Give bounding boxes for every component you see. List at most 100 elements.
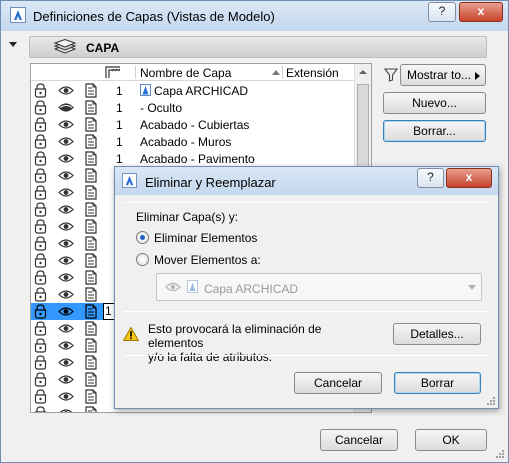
window-titlebar[interactable]: Definiciones de Capas (Vistas de Modelo)… <box>1 1 508 31</box>
wireframe-icon[interactable] <box>83 83 99 98</box>
unlock-icon[interactable] <box>33 389 49 404</box>
layer-row[interactable]: 1 - Oculto <box>31 99 356 116</box>
eye-icon[interactable] <box>58 372 74 387</box>
eye-icon[interactable] <box>58 338 74 353</box>
eye-icon[interactable] <box>58 185 74 200</box>
wireframe-icon[interactable] <box>83 406 99 412</box>
scroll-up-icon[interactable] <box>359 70 367 74</box>
unlock-icon[interactable] <box>33 83 49 98</box>
ok-button[interactable]: OK <box>415 429 487 451</box>
eye-icon[interactable] <box>58 253 74 268</box>
wireframe-icon[interactable] <box>83 321 99 336</box>
unlock-icon[interactable] <box>33 304 49 319</box>
eye-icon[interactable] <box>58 168 74 183</box>
unlock-icon[interactable] <box>33 406 49 412</box>
wireframe-icon[interactable] <box>83 117 99 132</box>
cancel-button[interactable]: Cancelar <box>320 429 398 451</box>
unlock-icon[interactable] <box>33 134 49 149</box>
eye-icon[interactable] <box>58 389 74 404</box>
layer-row[interactable]: 1 Acabado - Pavimento <box>31 150 356 167</box>
intersection-group-number: 1 <box>116 84 123 98</box>
warning-line-1: Esto provocará la eliminación de element… <box>148 322 322 350</box>
dialog-close-button[interactable]: x <box>446 168 492 188</box>
dialog-help-button[interactable]: ? <box>417 168 444 188</box>
unlock-icon[interactable] <box>33 185 49 200</box>
layer-row[interactable]: 1 Acabado - Muros <box>31 133 356 150</box>
eye-icon[interactable] <box>58 304 74 319</box>
wireframe-icon[interactable] <box>83 151 99 166</box>
new-layer-button[interactable]: Nuevo... <box>383 92 486 114</box>
wireframe-icon[interactable] <box>83 134 99 149</box>
eye-icon[interactable] <box>58 270 74 285</box>
header-layer-name[interactable]: Nombre de Capa <box>140 66 231 80</box>
unlock-icon[interactable] <box>33 236 49 251</box>
details-button[interactable]: Detalles... <box>393 323 481 345</box>
eye-hidden-icon[interactable] <box>58 100 74 115</box>
option-move-label[interactable]: Mover Elementos a: <box>154 253 261 267</box>
unlock-icon[interactable] <box>33 355 49 370</box>
dialog-cancel-button[interactable]: Cancelar <box>294 372 382 394</box>
section-header-capa[interactable]: CAPA <box>29 36 487 58</box>
eye-icon[interactable] <box>58 202 74 217</box>
unlock-icon[interactable] <box>33 338 49 353</box>
wireframe-icon[interactable] <box>83 287 99 302</box>
layer-row[interactable]: 1 Capa ARCHICAD <box>31 82 356 99</box>
option-delete-label[interactable]: Eliminar Elementos <box>154 231 257 245</box>
wireframe-icon[interactable] <box>83 270 99 285</box>
unlock-icon[interactable] <box>33 151 49 166</box>
unlock-icon[interactable] <box>33 100 49 115</box>
unlock-icon[interactable] <box>33 202 49 217</box>
wireframe-icon[interactable] <box>83 304 99 319</box>
unlock-icon[interactable] <box>33 321 49 336</box>
eye-icon[interactable] <box>58 219 74 234</box>
wireframe-icon[interactable] <box>83 100 99 115</box>
archicad-app-icon <box>122 173 137 188</box>
wireframe-icon[interactable] <box>83 372 99 387</box>
show-all-button[interactable]: Mostrar to... <box>400 64 486 86</box>
resize-grip-icon[interactable] <box>495 449 505 459</box>
layer-name: - Oculto <box>140 101 183 115</box>
eye-icon[interactable] <box>58 236 74 251</box>
collapse-arrow-icon[interactable] <box>9 42 17 47</box>
dialog-delete-button[interactable]: Borrar <box>394 372 481 394</box>
eye-icon[interactable] <box>58 83 74 98</box>
radio-delete-elements[interactable] <box>136 231 149 244</box>
unlock-icon[interactable] <box>33 270 49 285</box>
wireframe-icon[interactable] <box>83 219 99 234</box>
eye-icon[interactable] <box>58 321 74 336</box>
eye-icon[interactable] <box>58 355 74 370</box>
dialog-title: Eliminar y Reemplazar <box>145 175 276 190</box>
layer-name: Acabado - Cubiertas <box>140 118 250 132</box>
wireframe-icon[interactable] <box>83 168 99 183</box>
wireframe-icon[interactable] <box>83 338 99 353</box>
radio-move-elements[interactable] <box>136 253 149 266</box>
target-layer-dropdown[interactable]: Capa ARCHICAD <box>156 273 482 301</box>
layer-row[interactable]: 1 Acabado - Cubiertas <box>31 116 356 133</box>
wireframe-icon[interactable] <box>83 202 99 217</box>
eye-icon[interactable] <box>58 151 74 166</box>
unlock-icon[interactable] <box>33 168 49 183</box>
eye-icon[interactable] <box>58 287 74 302</box>
wireframe-icon[interactable] <box>83 236 99 251</box>
resize-grip-icon[interactable] <box>486 396 496 406</box>
wireframe-icon[interactable] <box>83 355 99 370</box>
eye-icon[interactable] <box>58 406 74 412</box>
wireframe-icon[interactable] <box>83 185 99 200</box>
archicad-layer-icon <box>140 84 151 96</box>
close-button[interactable]: x <box>459 2 503 22</box>
unlock-icon[interactable] <box>33 219 49 234</box>
unlock-icon[interactable] <box>33 117 49 132</box>
wireframe-icon[interactable] <box>83 389 99 404</box>
delete-layer-button[interactable]: Borrar... <box>383 120 486 142</box>
unlock-icon[interactable] <box>33 372 49 387</box>
wireframe-icon[interactable] <box>83 253 99 268</box>
help-button[interactable]: ? <box>428 2 456 22</box>
dialog-divider <box>123 311 489 312</box>
header-extension[interactable]: Extensión <box>286 66 339 80</box>
dialog-titlebar[interactable]: Eliminar y Reemplazar ? x <box>115 167 498 195</box>
archicad-layer-icon <box>187 280 198 293</box>
eye-icon[interactable] <box>58 134 74 149</box>
unlock-icon[interactable] <box>33 253 49 268</box>
eye-icon[interactable] <box>58 117 74 132</box>
unlock-icon[interactable] <box>33 287 49 302</box>
